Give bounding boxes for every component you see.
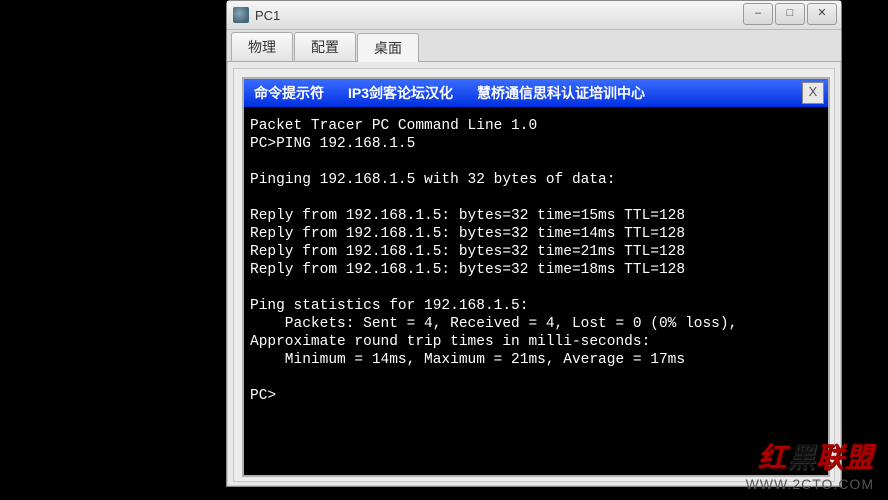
tab-physical[interactable]: 物理 — [231, 32, 293, 61]
cmd-title-mid: IP3剑客论坛汉化 — [348, 83, 453, 103]
tab-config[interactable]: 配置 — [294, 32, 356, 61]
cmd-close-button[interactable]: X — [802, 82, 824, 104]
cmd-title-text: 命令提示符 IP3剑客论坛汉化 慧桥通信思科认证培训中心 — [254, 83, 645, 103]
terminal-output[interactable]: Packet Tracer PC Command Line 1.0 PC>PIN… — [244, 107, 828, 475]
pc1-window: PC1 – □ ✕ 物理 配置 桌面 命令提示符 IP3剑客论坛汉化 慧桥通信思… — [226, 0, 842, 487]
cmd-titlebar[interactable]: 命令提示符 IP3剑客论坛汉化 慧桥通信思科认证培训中心 X — [244, 79, 828, 107]
close-button[interactable]: ✕ — [807, 3, 837, 25]
cmd-title-left: 命令提示符 — [254, 83, 324, 103]
window-titlebar[interactable]: PC1 – □ ✕ — [227, 1, 841, 30]
app-icon — [233, 7, 249, 23]
tab-desktop[interactable]: 桌面 — [357, 33, 419, 62]
command-prompt-window: 命令提示符 IP3剑客论坛汉化 慧桥通信思科认证培训中心 X Packet Tr… — [242, 77, 830, 477]
window-title: PC1 — [255, 8, 280, 23]
cmd-title-right: 慧桥通信思科认证培训中心 — [477, 83, 645, 103]
desktop-panel: 命令提示符 IP3剑客论坛汉化 慧桥通信思科认证培训中心 X Packet Tr… — [233, 68, 835, 482]
tab-bar: 物理 配置 桌面 — [227, 30, 841, 62]
minimize-button[interactable]: – — [743, 3, 773, 25]
window-controls: – □ ✕ — [743, 3, 837, 25]
maximize-button[interactable]: □ — [775, 3, 805, 25]
